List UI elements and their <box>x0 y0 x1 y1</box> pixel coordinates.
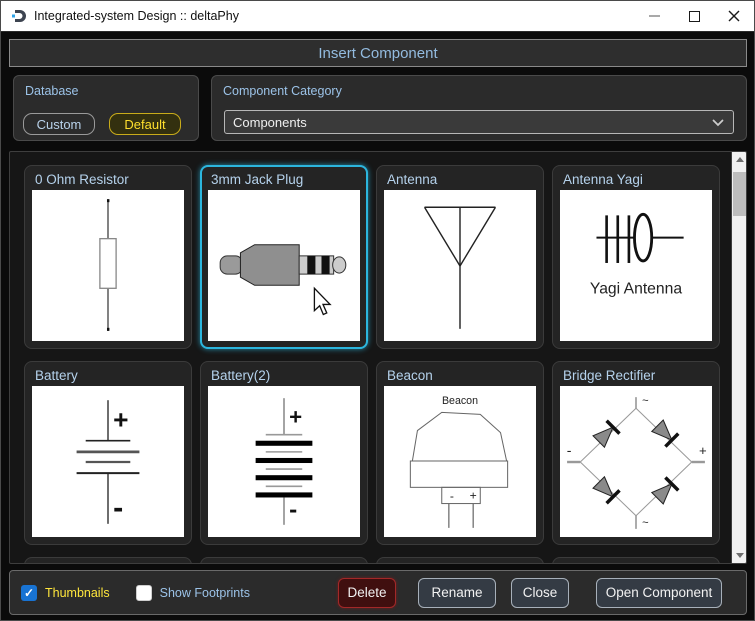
yagi-caption: Yagi Antenna <box>590 280 682 297</box>
show-footprints-label: Show Footprints <box>159 585 250 600</box>
component-card-partial[interactable] <box>552 557 720 563</box>
card-title: 3mm Jack Plug <box>211 172 304 187</box>
beacon-minus-label: - <box>450 489 454 503</box>
antenna-thumbnail-icon <box>384 190 536 341</box>
title-bar: Integrated-system Design :: deltaPhy <box>1 1 754 32</box>
component-category-select[interactable]: Components <box>224 110 734 134</box>
component-card-beacon[interactable]: Beacon Beacon - + <box>376 361 544 545</box>
maximize-button[interactable] <box>674 1 714 32</box>
minimize-button[interactable] <box>634 1 674 32</box>
card-title: Bridge Rectifier <box>563 368 656 383</box>
close-dialog-button[interactable]: Close <box>511 577 569 608</box>
component-card-partial[interactable] <box>200 557 368 563</box>
close-icon <box>728 10 740 22</box>
scroll-down-icon <box>735 553 744 558</box>
bridge-ac-top-label: ~ <box>642 395 649 407</box>
beacon-thumbnail-icon: Beacon - + <box>384 386 536 537</box>
scroll-up-icon <box>735 157 744 162</box>
scroll-down-button[interactable] <box>732 548 746 563</box>
card-title: Battery <box>35 368 78 383</box>
rename-button[interactable]: Rename <box>418 577 496 608</box>
jack-plug-thumbnail-icon <box>208 190 360 341</box>
component-card-3mm-jack-plug[interactable]: 3mm Jack Plug <box>200 165 368 349</box>
component-card-partial[interactable] <box>24 557 192 563</box>
show-footprints-checkbox[interactable] <box>135 584 152 601</box>
component-card-0ohm-resistor[interactable]: 0 Ohm Resistor <box>24 165 192 349</box>
bridge-rectifier-thumbnail-icon: ~ ~ - + <box>560 386 712 537</box>
checkmark-icon: ✓ <box>23 585 35 600</box>
card-title: Antenna <box>387 172 438 187</box>
scroll-up-button[interactable] <box>732 152 746 167</box>
grid-scrollbar[interactable] <box>731 152 746 563</box>
beacon-plus-label: + <box>470 489 477 503</box>
component-grid-panel: 0 Ohm Resistor 3mm Jack Plug Antenna Ant… <box>9 151 747 564</box>
category-selected-value: Components <box>233 114 307 130</box>
resistor-thumbnail-icon <box>32 190 184 341</box>
card-title: Battery(2) <box>211 368 271 383</box>
bridge-minus-label: - <box>567 443 572 459</box>
open-component-button[interactable]: Open Component <box>596 577 722 608</box>
footer-bar: ✓ Thumbnails Show Footprints Delete Rena… <box>9 570 747 615</box>
battery2-minus-label: - <box>289 497 297 524</box>
app-logo-icon <box>12 10 26 22</box>
window-title: Integrated-system Design :: deltaPhy <box>34 9 239 23</box>
component-card-bridge-rectifier[interactable]: Bridge Rectifier ~ ~ - + <box>552 361 720 545</box>
battery2-plus-label: + <box>289 405 302 430</box>
card-title: Beacon <box>387 368 433 383</box>
component-grid: 0 Ohm Resistor 3mm Jack Plug Antenna Ant… <box>10 152 731 563</box>
component-card-battery[interactable]: Battery + - <box>24 361 192 545</box>
custom-database-button[interactable]: Custom <box>23 113 95 135</box>
chevron-down-icon <box>712 119 724 127</box>
minimize-icon <box>648 15 660 17</box>
card-title: 0 Ohm Resistor <box>35 172 129 187</box>
category-label: Component Category <box>223 84 342 98</box>
battery-thumbnail-icon: + - <box>32 386 184 537</box>
close-button[interactable] <box>714 1 754 32</box>
mouse-cursor-icon <box>313 286 332 316</box>
delete-button[interactable]: Delete <box>338 577 396 608</box>
thumbnails-label: Thumbnails <box>45 585 110 600</box>
database-group: Database Custom Default <box>13 75 199 141</box>
default-database-button[interactable]: Default <box>109 113 181 135</box>
component-card-partial[interactable] <box>376 557 544 563</box>
yagi-antenna-thumbnail-icon: Yagi Antenna <box>560 190 712 341</box>
bridge-ac-bottom-label: ~ <box>642 517 649 529</box>
battery-minus-label: - <box>113 491 123 525</box>
bridge-plus-label: + <box>699 443 707 458</box>
component-card-battery-2[interactable]: Battery(2) + - <box>200 361 368 545</box>
app-window: Integrated-system Design :: deltaPhy Ins… <box>0 0 755 621</box>
dialog-header: Insert Component <box>9 39 747 67</box>
scrollbar-thumb[interactable] <box>733 172 746 216</box>
component-card-antenna-yagi[interactable]: Antenna Yagi Yagi Antenna <box>552 165 720 349</box>
component-card-antenna[interactable]: Antenna <box>376 165 544 349</box>
battery-2-thumbnail-icon: + - <box>208 386 360 537</box>
database-label: Database <box>25 84 79 98</box>
maximize-icon <box>688 10 700 22</box>
thumbnails-checkbox[interactable]: ✓ <box>21 584 37 601</box>
dialog-title: Insert Component <box>318 44 438 62</box>
database-buttons: Custom Default <box>23 113 181 135</box>
category-group: Component Category Components <box>211 75 747 141</box>
beacon-caption: Beacon <box>442 395 478 407</box>
card-title: Antenna Yagi <box>563 172 643 187</box>
battery-plus-label: + <box>113 405 128 435</box>
